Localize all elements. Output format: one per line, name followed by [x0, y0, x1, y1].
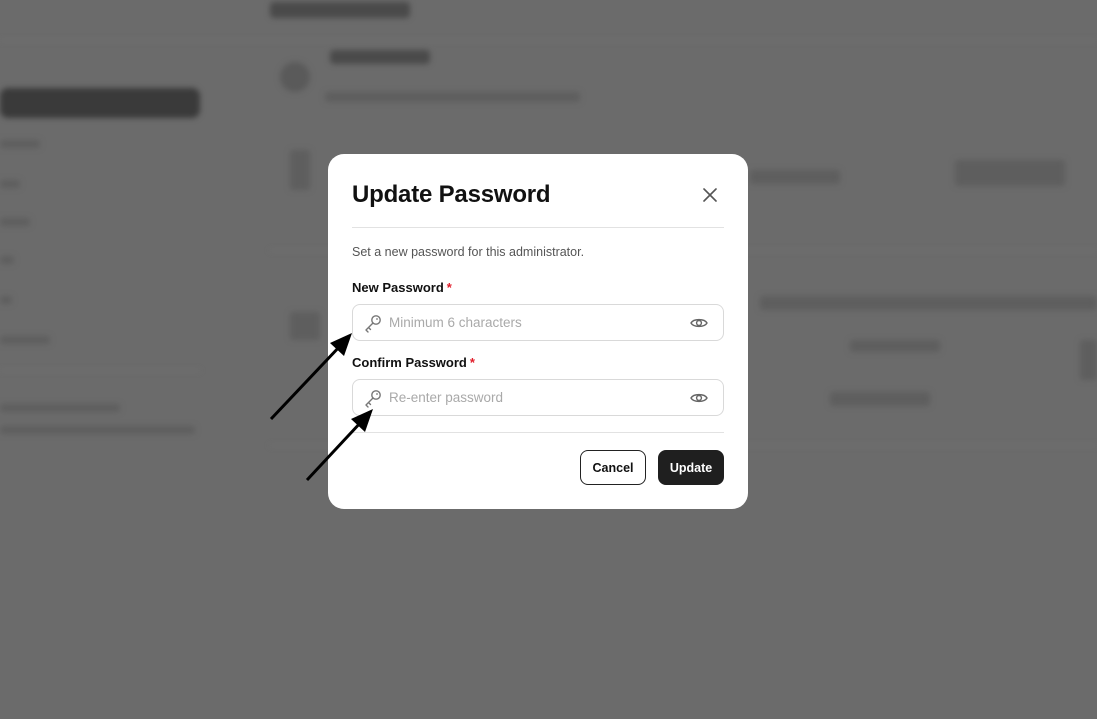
bg-row — [830, 392, 930, 406]
new-password-label-text: New Password — [352, 280, 444, 295]
bg-avatar — [280, 62, 310, 92]
bg-profile-email — [325, 92, 580, 102]
bg-sidebar-divider — [0, 370, 200, 371]
footer-divider — [352, 432, 724, 433]
eye-icon[interactable] — [689, 313, 709, 333]
required-indicator: * — [469, 355, 475, 370]
new-password-field[interactable] — [352, 304, 724, 341]
bg-sidebar-user-email — [0, 426, 195, 434]
bg-row — [760, 296, 1097, 310]
cancel-button[interactable]: Cancel — [580, 450, 646, 485]
bg-row — [290, 312, 320, 340]
bg-sidebar-item — [0, 180, 20, 188]
bg-header-title — [270, 2, 410, 18]
bg-stat — [955, 160, 1065, 186]
bg-row — [850, 340, 940, 352]
confirm-password-input[interactable] — [389, 390, 689, 405]
bg-row — [1080, 340, 1097, 380]
key-icon — [363, 388, 383, 408]
bg-sidebar-item — [0, 256, 14, 264]
update-password-dialog: Update Password Set a new password for t… — [328, 154, 748, 509]
new-password-input[interactable] — [389, 315, 689, 330]
key-icon — [363, 313, 383, 333]
eye-icon[interactable] — [689, 388, 709, 408]
bg-stat — [290, 150, 310, 190]
bg-sidebar-user — [0, 404, 120, 412]
bg-stat — [750, 170, 840, 184]
header-divider — [352, 227, 724, 228]
bg-header-divider — [0, 40, 1097, 41]
bg-sidebar-item — [0, 296, 12, 304]
bg-sidebar-item — [0, 336, 50, 344]
dialog-description: Set a new password for this administrato… — [352, 245, 585, 259]
required-indicator: * — [446, 280, 452, 295]
bg-sidebar-item — [0, 218, 30, 226]
confirm-password-field[interactable] — [352, 379, 724, 416]
bg-sidebar-active-item — [0, 88, 200, 118]
dialog-title: Update Password — [352, 181, 551, 208]
bg-sidebar-item — [0, 140, 40, 148]
bg-profile-name — [330, 50, 430, 64]
close-button[interactable] — [700, 185, 720, 205]
close-icon — [703, 188, 717, 202]
update-button[interactable]: Update — [658, 450, 724, 485]
confirm-password-label: Confirm Password * — [352, 355, 475, 370]
confirm-password-label-text: Confirm Password — [352, 355, 467, 370]
new-password-label: New Password * — [352, 280, 452, 295]
